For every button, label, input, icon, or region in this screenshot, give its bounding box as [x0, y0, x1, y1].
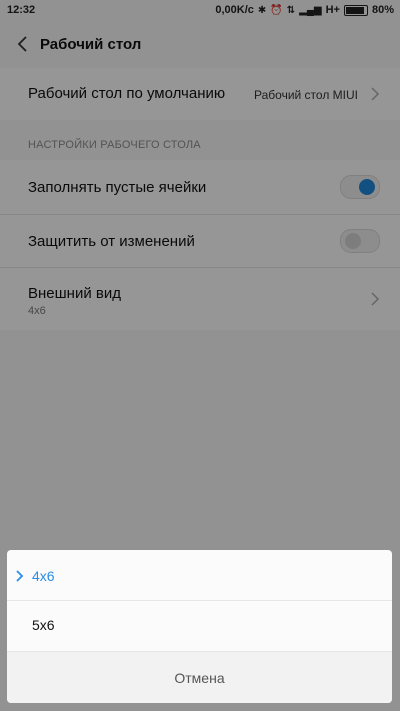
- selected-check-icon: [16, 570, 24, 582]
- option-label: 5x6: [32, 617, 55, 633]
- grid-size-sheet: 4x6 5x6 Отмена: [7, 550, 392, 703]
- option-4x6[interactable]: 4x6: [7, 552, 392, 600]
- option-5x6[interactable]: 5x6: [7, 601, 392, 649]
- option-label: 4x6: [32, 568, 55, 584]
- cancel-button[interactable]: Отмена: [7, 652, 392, 703]
- cancel-label: Отмена: [174, 670, 225, 686]
